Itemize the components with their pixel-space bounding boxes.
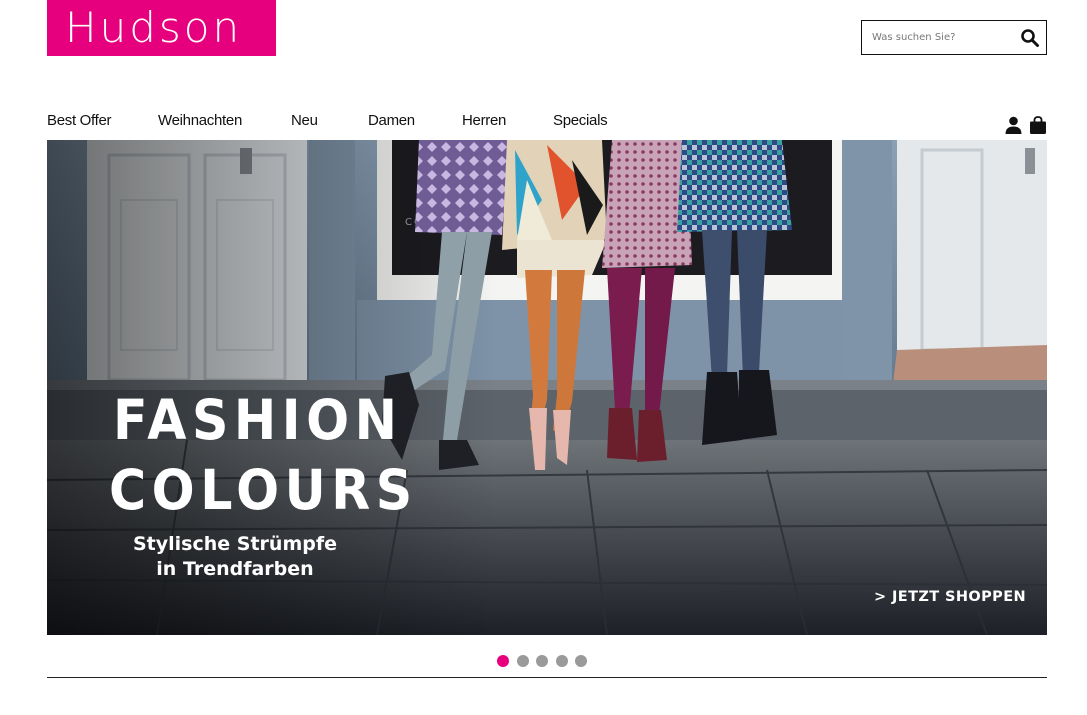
carousel-dot-1[interactable] (497, 655, 509, 667)
carousel-dot-3[interactable] (536, 655, 548, 667)
brand-logo[interactable]: Hudson (47, 0, 276, 56)
nav-item-weihnachten[interactable]: Weihnachten (158, 112, 242, 129)
user-icon[interactable] (1005, 116, 1022, 134)
search-icon[interactable] (1020, 28, 1040, 48)
carousel-dot-2[interactable] (517, 655, 529, 667)
hero-subline-line2: in Trendfarben (156, 558, 314, 580)
search-box (861, 20, 1047, 55)
divider (47, 677, 1047, 678)
carousel-dot-4[interactable] (556, 655, 568, 667)
shopping-bag-icon[interactable] (1029, 116, 1047, 134)
hero-headline-line1: FASHION (113, 388, 403, 452)
nav-item-herren[interactable]: Herren (462, 112, 506, 129)
hero-headline-line2: COLOURS (109, 458, 418, 522)
nav-item-neu[interactable]: Neu (291, 112, 318, 129)
nav-item-damen[interactable]: Damen (368, 112, 415, 129)
nav-item-specials[interactable]: Specials (553, 112, 608, 129)
hero-banner[interactable]: COMIN (47, 140, 1047, 635)
nav-item-best-offer[interactable]: Best Offer (47, 112, 112, 129)
hero-subline-line1: Stylische Strümpfe (133, 533, 337, 555)
search-input[interactable] (862, 21, 1012, 54)
carousel-dot-5[interactable] (575, 655, 587, 667)
shop-now-link[interactable]: > JETZT SHOPPEN (874, 589, 1026, 605)
